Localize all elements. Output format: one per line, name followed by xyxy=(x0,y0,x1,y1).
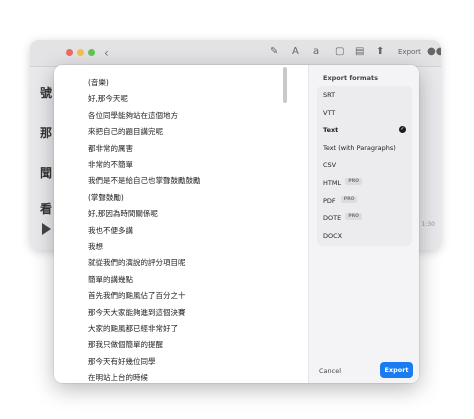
format-label: SRT xyxy=(323,91,336,99)
font-scale-icon[interactable]: a xyxy=(313,46,319,57)
transcript-line: (掌聲鼓勵) xyxy=(88,192,124,202)
pro-badge: PRO xyxy=(345,213,362,221)
format-label: VTT xyxy=(323,108,336,117)
format-option-srt[interactable]: SRT xyxy=(317,86,412,103)
background-toolbar: ‹ ✎ A a ▢ ▤ ⬆ Export ●● xyxy=(30,40,441,67)
format-label: CSV xyxy=(323,161,337,170)
side-item-3[interactable]: 聞 xyxy=(40,164,52,181)
zoom-window-button[interactable] xyxy=(88,49,95,56)
minimize-window-button[interactable] xyxy=(77,49,84,56)
transcript-line: 就從我們的演說的評分項目呢 xyxy=(88,258,186,268)
document-icon[interactable]: ▢ xyxy=(335,46,344,57)
format-option-text[interactable]: Text ✓ xyxy=(317,121,412,138)
checkmark-icon: ✓ xyxy=(399,126,406,134)
transcript-line: 首先我們的颱風佔了百分之十 xyxy=(88,291,186,301)
share-icon[interactable]: ⬆ xyxy=(376,46,384,57)
format-label: DOTE xyxy=(323,214,342,223)
format-list: SRT VTT Text ✓ Text (with Paragraphs) CSV HTML… xyxy=(317,86,412,246)
transcript-line: 非常的不簡單 xyxy=(88,160,133,169)
format-label: PDF xyxy=(323,196,336,205)
transcript-line: 大家的颱風都已經非常好了 xyxy=(88,324,178,333)
format-label: Text (with Paragraphs) xyxy=(323,143,396,152)
transcript-line: 好,那因為時間關係呢 xyxy=(88,209,158,219)
transcript-line: 我們是不是給自己也掌聲鼓勵鼓勵 xyxy=(88,176,201,186)
side-item-1[interactable]: 號 xyxy=(40,84,52,101)
clipboard-icon[interactable]: ▤ xyxy=(355,46,364,57)
export-formats-title: Export formats xyxy=(323,74,378,82)
side-item-4[interactable]: 看 xyxy=(40,200,52,217)
transcript-line: 都非常的厲害 xyxy=(88,143,133,153)
format-option-vtt[interactable]: VTT xyxy=(317,104,412,121)
transcript-line: 簡單的講幾點 xyxy=(88,274,133,284)
pro-badge: PRO xyxy=(340,195,358,203)
format-option-csv[interactable]: CSV xyxy=(317,156,412,173)
format-option-docx[interactable]: DOCX xyxy=(317,227,412,244)
transcript-line: (音樂) xyxy=(88,78,109,87)
export-options-pane: Export formats SRT VTT Text ✓ Text (with Par… xyxy=(308,65,419,383)
play-icon[interactable] xyxy=(42,223,51,235)
pro-badge: PRO xyxy=(345,178,362,185)
cancel-button[interactable]: Cancel xyxy=(317,364,343,378)
back-chevron-icon[interactable]: ‹ xyxy=(104,46,109,60)
translate-icon[interactable]: ✎ xyxy=(270,46,278,57)
close-window-button[interactable] xyxy=(66,49,73,56)
transcript-preview: (音樂) 好,那今天呢各位同學能夠站在這個地方 來把自己的題目講完呢 都非常的厲害 非常… xyxy=(54,65,286,383)
people-icon[interactable]: ●● xyxy=(427,46,441,57)
toolbar-export-label[interactable]: Export xyxy=(398,48,421,56)
transcript-line: 來把自己的題目講完呢 xyxy=(88,127,163,137)
format-label: DOCX xyxy=(323,231,343,240)
transcript-scrollbar[interactable] xyxy=(283,67,287,103)
time-label: 1:30 xyxy=(421,221,435,228)
transcript-line: 在明站上台的時候 xyxy=(88,373,148,383)
format-option-dote[interactable]: DOTE PRO xyxy=(317,209,412,226)
text-size-icon[interactable]: A xyxy=(292,46,299,57)
side-item-2[interactable]: 那 xyxy=(40,124,52,141)
transcript-line: 我也不便多講 xyxy=(88,225,133,235)
format-option-html[interactable]: HTML PRO xyxy=(317,174,412,191)
transcript-line: 那我只做個簡單的提醒 xyxy=(88,340,163,350)
format-label: Text xyxy=(323,126,339,135)
transcript-line: 那今天大家能夠進到這個決賽 xyxy=(88,307,186,317)
export-dialog: (音樂) 好,那今天呢各位同學能夠站在這個地方 來把自己的題目講完呢 都非常的厲害 非常… xyxy=(54,65,419,383)
format-option-text-with-paragraphs[interactable]: Text (with Paragraphs) xyxy=(317,139,412,156)
transcript-line: 各位同學能夠站在這個地方 xyxy=(88,110,178,120)
format-label: HTML xyxy=(323,179,342,187)
export-button[interactable]: Export xyxy=(380,362,413,378)
transcript-line: 那今天有好幾位同學 xyxy=(88,356,156,366)
transcript-line: 好,那今天呢 xyxy=(88,94,128,104)
format-option-pdf[interactable]: PDF PRO xyxy=(317,192,412,209)
transcript-line: 我想 xyxy=(88,242,103,251)
